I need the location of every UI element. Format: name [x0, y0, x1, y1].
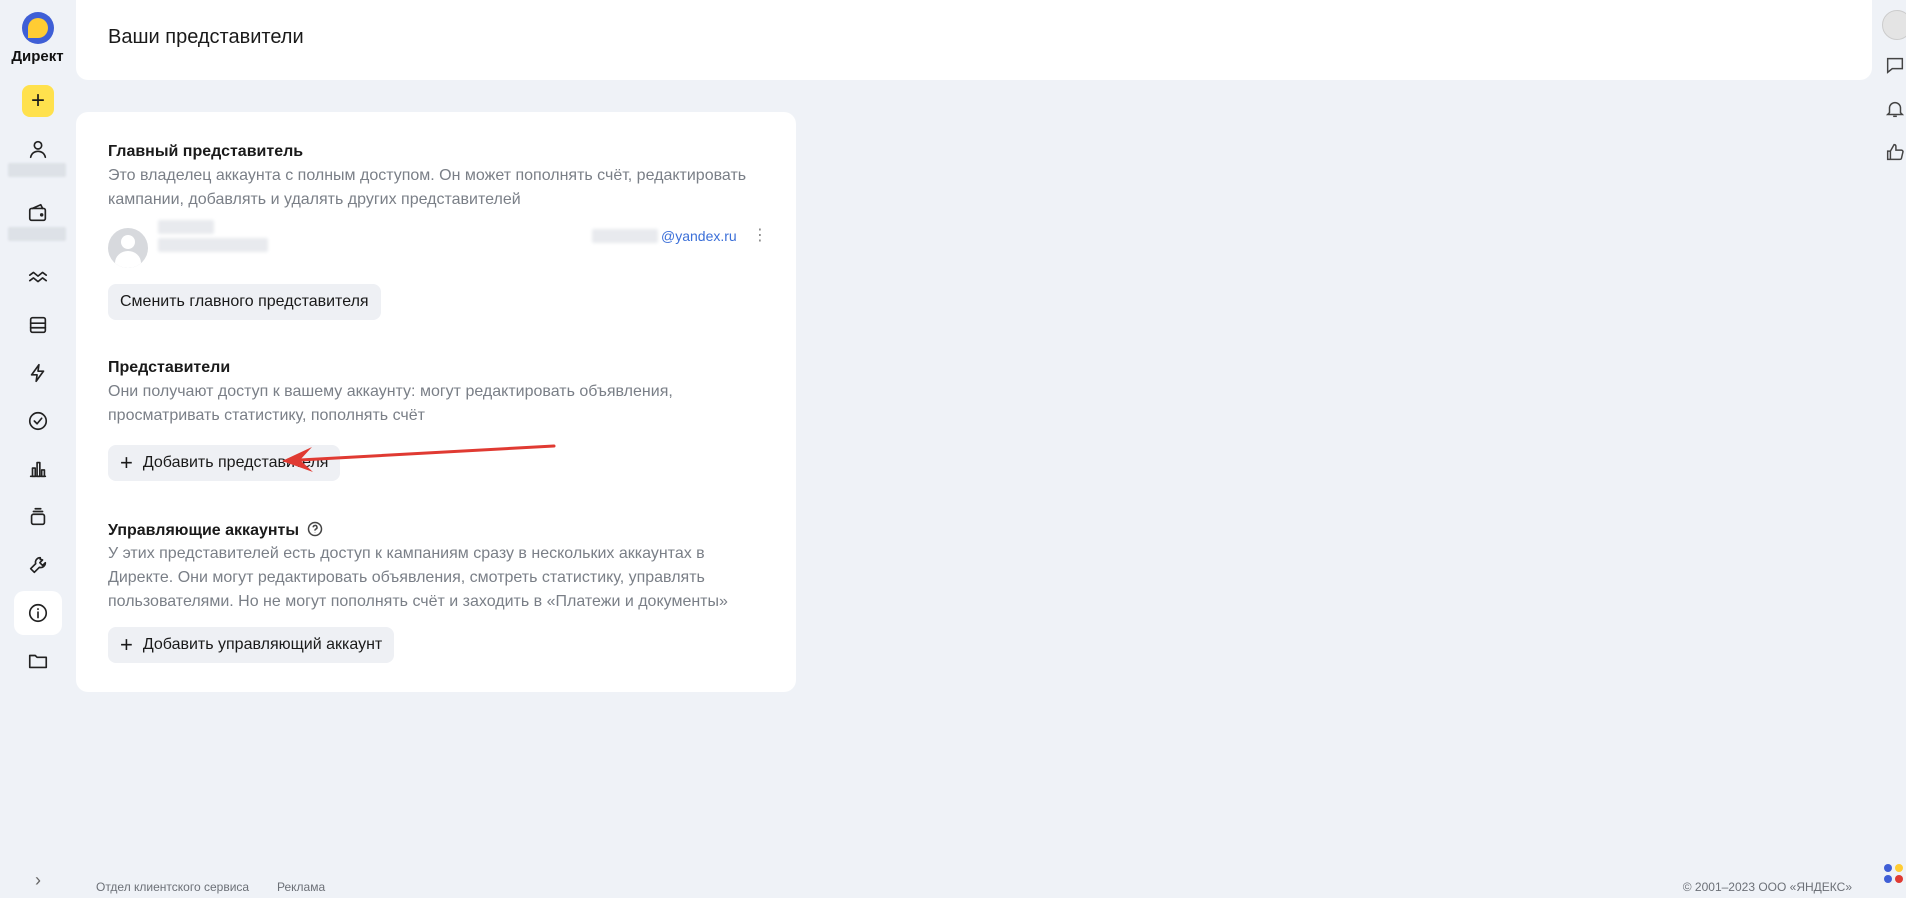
- rail-item-library[interactable]: [14, 495, 62, 539]
- footer-link-ads[interactable]: Реклама: [277, 880, 325, 894]
- footer-link-client-service[interactable]: Отдел клиентского сервиса: [96, 880, 249, 894]
- rail-item-files[interactable]: [14, 639, 62, 683]
- page-title: Ваши представители: [108, 26, 304, 48]
- create-button[interactable]: +: [22, 85, 54, 117]
- more-vertical-icon: ⋮: [752, 227, 768, 244]
- rail-item-statistics[interactable]: [14, 447, 62, 491]
- notifications-button[interactable]: [1884, 98, 1906, 120]
- rail-item-moderation[interactable]: [14, 399, 62, 443]
- bell-icon: [1885, 101, 1905, 118]
- direct-logo-icon: [21, 12, 54, 44]
- plus-icon: +: [30, 87, 45, 114]
- right-rail: [1880, 0, 1906, 898]
- main-rep-title: Главный представитель: [108, 143, 304, 160]
- owner-email-blurred: [592, 229, 658, 243]
- owner-login-blurred: [158, 238, 268, 252]
- rail-item-tools[interactable]: [14, 543, 62, 587]
- logo-text: Директ: [11, 48, 64, 65]
- expand-rail-button[interactable]: ›: [28, 870, 48, 890]
- rail-item-campaigns[interactable]: [14, 255, 62, 299]
- account-name-blurred: [8, 163, 66, 177]
- user-icon: [29, 140, 47, 159]
- owner-avatar: [108, 228, 148, 268]
- layers-icon: [29, 316, 47, 334]
- check-circle-icon: [28, 411, 48, 431]
- reps-title: Представители: [108, 359, 231, 376]
- add-managing-account-label: Добавить управляющий аккаунт: [142, 636, 383, 653]
- services-menu-icon[interactable]: [1884, 862, 1906, 884]
- owner-menu-button[interactable]: ⋮: [752, 226, 768, 246]
- stack-icon: [30, 507, 46, 526]
- change-main-rep-button[interactable]: Сменить главного представителя: [108, 284, 381, 320]
- rail-item-ads[interactable]: [14, 303, 62, 347]
- plus-icon: +: [120, 632, 133, 657]
- wallet-icon: [28, 203, 47, 222]
- managing-title-text: Управляющие аккаунты: [108, 522, 300, 539]
- help-icon[interactable]: [307, 521, 323, 537]
- managing-description: У этих представителей есть доступ к камп…: [108, 545, 728, 610]
- owner-email[interactable]: @yandex.ru: [661, 228, 737, 244]
- chevron-right-icon: ›: [35, 870, 41, 890]
- info-icon: [28, 603, 48, 623]
- bar-chart-icon: [29, 461, 47, 478]
- owner-name-blurred: [158, 220, 214, 234]
- wrench-icon: [29, 556, 47, 574]
- chat-button[interactable]: [1884, 54, 1906, 76]
- avatar[interactable]: [1882, 10, 1906, 40]
- plus-icon: +: [120, 450, 133, 475]
- managing-title: Управляющие аккаунты: [108, 521, 323, 540]
- rail-item-info[interactable]: [14, 591, 62, 635]
- representatives-card: Главный представитель Это владелец аккау…: [76, 112, 796, 692]
- add-rep-label: Добавить представителя: [142, 454, 329, 471]
- reps-description: Они получают доступ к вашему аккаунту: м…: [108, 383, 673, 424]
- balance-blurred: [8, 227, 66, 241]
- page-header: Ваши представители: [76, 0, 1872, 80]
- left-rail: Директ + ›: [0, 0, 75, 898]
- feedback-button[interactable]: [1884, 141, 1906, 163]
- add-managing-account-button[interactable]: + Добавить управляющий аккаунт: [108, 627, 395, 663]
- waves-icon: [28, 271, 48, 283]
- copyright: © 2001–2023 ООО «ЯНДЕКС»: [1682, 880, 1852, 894]
- lightning-icon: [30, 363, 45, 383]
- change-main-rep-label: Сменить главного представителя: [120, 293, 369, 310]
- main-rep-description: Это владелец аккаунта с полным доступом.…: [108, 167, 747, 208]
- add-rep-button[interactable]: + Добавить представителя: [108, 445, 341, 481]
- direct-logo[interactable]: Директ: [0, 12, 75, 65]
- folder-icon: [28, 654, 48, 669]
- thumbs-up-icon: [1886, 143, 1904, 161]
- rail-item-automation[interactable]: [14, 351, 62, 395]
- chat-icon: [1886, 57, 1904, 74]
